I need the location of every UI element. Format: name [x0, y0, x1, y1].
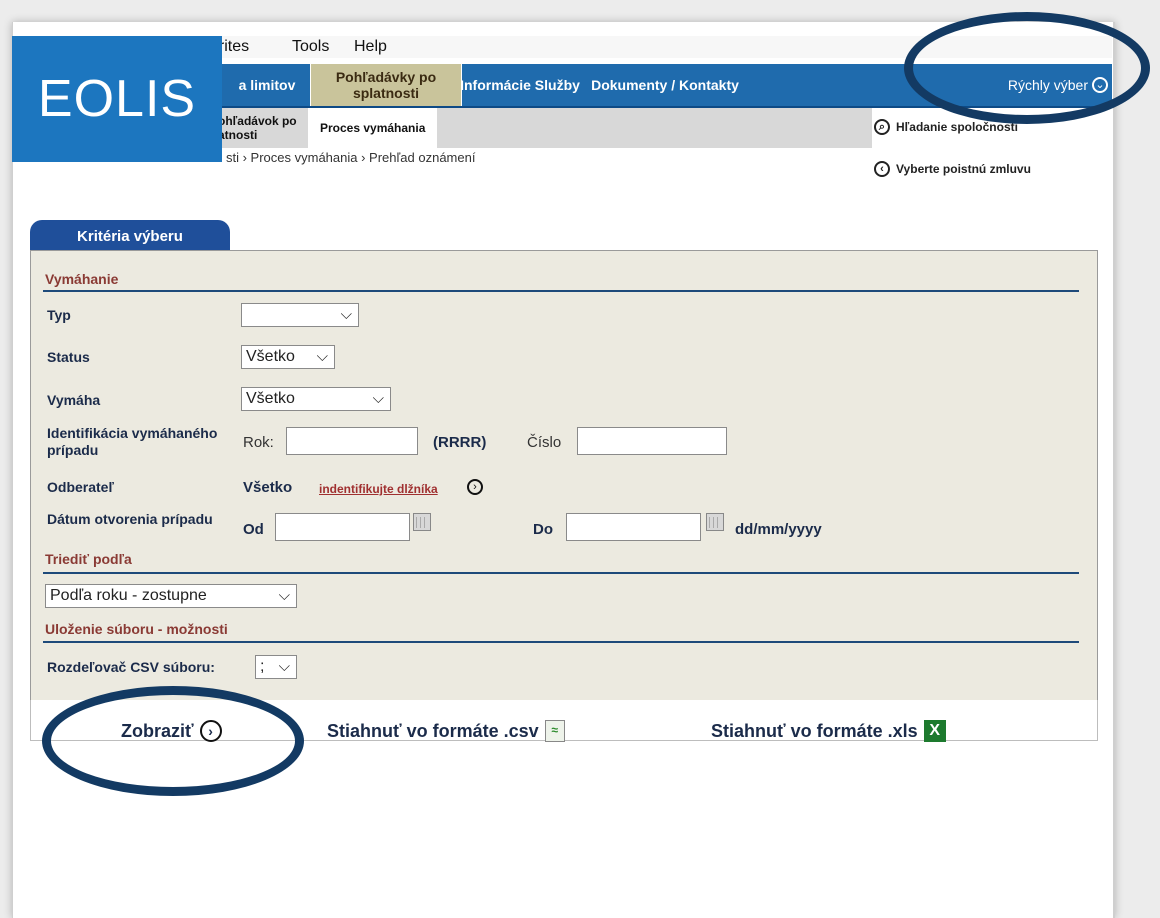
year-input[interactable] — [286, 427, 418, 455]
sort-value: Podľa roku - zostupne — [50, 587, 207, 604]
section-divider — [43, 290, 1079, 292]
calendar-icon[interactable] — [413, 513, 431, 531]
subnav-enforcement[interactable]: Proces vymáhania — [308, 108, 438, 148]
download-xls-button[interactable]: Stiahnuť vo formáte .xls X — [711, 720, 946, 742]
csv-separator-value: ; — [260, 658, 265, 675]
section-divider — [43, 572, 1079, 574]
year-label: Rok: — [243, 434, 274, 451]
status-label: Status — [47, 349, 90, 365]
vymaha-select[interactable]: Všetko ⌵ — [241, 387, 391, 411]
typ-select[interactable]: ⌵ — [241, 303, 359, 327]
date-format: dd/mm/yyyy — [735, 521, 822, 538]
eolis-logo: EOLIS — [12, 36, 222, 162]
highlight-ring — [904, 12, 1150, 124]
status-value: Všetko — [246, 348, 295, 365]
case-id-label: Identifikácia vymáhaného prípadu — [47, 425, 218, 458]
select-policy-label: Vyberte poistnú zmluvu — [896, 162, 1031, 176]
side-links: ⌕ Hľadanie spoločnosti ‹ Vyberte poistnú… — [874, 116, 1031, 180]
status-select[interactable]: Všetko ⌵ — [241, 345, 335, 369]
highlight-ring — [42, 686, 304, 796]
chevron-left-icon: ‹ — [874, 161, 890, 177]
csv-file-icon: ≈ — [544, 720, 565, 742]
download-csv-button[interactable]: Stiahnuť vo formáte .csv ≈ — [327, 720, 565, 742]
number-label: Číslo — [527, 434, 562, 451]
excel-icon: X — [923, 720, 946, 742]
chevron-right-icon[interactable]: › — [467, 479, 483, 495]
identify-debtor-link[interactable]: indentifikujte dlžníka — [319, 482, 438, 496]
chevron-down-icon: ⌵ — [278, 658, 290, 675]
download-xls-label: Stiahnuť vo formáte .xls — [711, 720, 918, 741]
customer-label: Odberateľ — [47, 479, 114, 495]
menu-tools[interactable]: Tools — [292, 38, 329, 56]
chevron-down-icon: ⌵ — [316, 348, 328, 365]
year-format: (RRRR) — [433, 434, 487, 451]
section-save-options: Uloženie súboru - možnosti — [45, 621, 228, 637]
typ-label: Typ — [47, 307, 71, 323]
to-label: Do — [533, 521, 553, 538]
menu-help[interactable]: Help — [354, 38, 387, 56]
criteria-tab[interactable]: Kritéria výberu — [30, 220, 230, 252]
nav-tab-info[interactable]: Informácie Služby — [460, 64, 580, 106]
breadcrumb-path: sti › Proces vymáhania › Prehľad oznámen… — [226, 150, 476, 165]
breadcrumb: sti › Proces vymáhania › Prehľad oznámen… — [30, 150, 475, 165]
nav-tab-documents[interactable]: Dokumenty / Kontakty — [590, 64, 740, 106]
download-csv-label: Stiahnuť vo formáte .csv — [327, 720, 539, 741]
nav-tab-limits[interactable]: a limitov — [224, 64, 310, 106]
subnav-overdue[interactable]: ohľadávok po atnosti — [218, 108, 304, 148]
vymaha-label: Vymáha — [47, 392, 101, 408]
chevron-down-icon: ⌵ — [372, 390, 384, 407]
chevron-down-icon: ⌵ — [340, 306, 352, 323]
section-enforcement: Vymáhanie — [45, 271, 119, 287]
vymaha-value: Všetko — [246, 390, 295, 407]
csv-separator-label: Rozdeľovač CSV súboru: — [47, 659, 215, 675]
calendar-icon[interactable] — [706, 513, 724, 531]
search-icon: ⌕ — [874, 119, 890, 135]
number-input[interactable] — [577, 427, 727, 455]
csv-separator-select[interactable]: ; ⌵ — [255, 655, 297, 679]
section-divider — [43, 641, 1079, 643]
from-label: Od — [243, 521, 264, 538]
select-policy-link[interactable]: ‹ Vyberte poistnú zmluvu — [874, 158, 1031, 180]
customer-value: Všetko — [243, 479, 293, 496]
chevron-down-icon: ⌵ — [278, 587, 290, 604]
date-to-input[interactable] — [566, 513, 701, 541]
date-from-input[interactable] — [275, 513, 410, 541]
criteria-panel: Vymáhanie Typ ⌵ Status Všetko ⌵ Vymáha V… — [30, 250, 1098, 702]
sort-select[interactable]: Podľa roku - zostupne ⌵ — [45, 584, 297, 608]
opened-date-label: Dátum otvorenia prípadu — [47, 511, 213, 527]
section-sort: Triediť podľa — [45, 551, 132, 567]
nav-tab-overdue[interactable]: Pohľadávky po splatnosti — [310, 64, 462, 106]
